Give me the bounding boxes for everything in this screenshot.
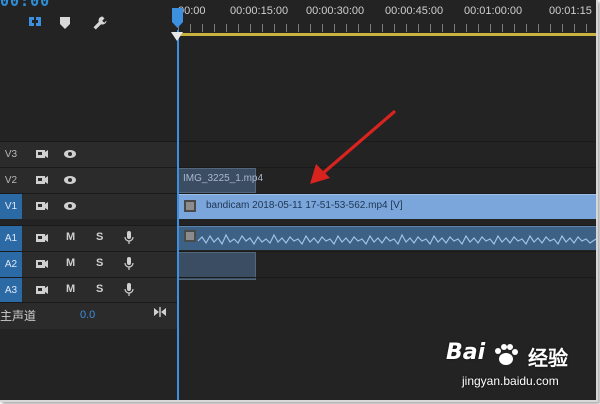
ruler-label: 00:00:15:00 [230, 5, 289, 17]
ruler-ticks [178, 24, 596, 32]
paw-icon [495, 344, 518, 365]
solo-button[interactable]: S [96, 231, 103, 243]
track-name[interactable]: A2 [0, 252, 22, 277]
ruler-label: 00:00:45:00 [385, 5, 444, 17]
track-a1: A1 M S [0, 225, 596, 251]
eye-icon[interactable] [62, 147, 78, 161]
sync-lock-icon[interactable] [34, 173, 50, 187]
microphone-icon[interactable] [121, 231, 137, 245]
watermark-brand-cn: 经验 [528, 346, 568, 370]
clip-label: IMG_3225_1.mp4 [183, 173, 264, 184]
go-to-end-icon[interactable] [153, 305, 167, 319]
track-a2: A2 M S [0, 251, 596, 280]
solo-button[interactable]: S [96, 283, 103, 295]
microphone-icon[interactable] [121, 257, 137, 271]
playhead-handle[interactable] [172, 8, 183, 28]
time-ruler[interactable]: 00:00 00:00:15:00 00:00:30:00 00:00:45:0… [178, 0, 596, 40]
v2-clip[interactable]: IMG_3225_1.mp4 [178, 168, 263, 193]
fx-badge-icon [184, 200, 196, 212]
track-name[interactable]: V2 [0, 168, 22, 193]
watermark-url: jingyan.baidu.com [462, 374, 559, 388]
mute-button[interactable]: M [66, 231, 75, 243]
master-volume-value[interactable]: 0.0 [80, 309, 95, 321]
sync-lock-icon[interactable] [34, 257, 50, 271]
eye-icon[interactable] [62, 173, 78, 187]
track-name[interactable]: V1 [0, 194, 22, 219]
eye-icon[interactable] [62, 199, 78, 213]
audio-waveform [197, 233, 596, 246]
track-header [0, 142, 178, 167]
baidu-watermark: Bai 经验 jingyan.baidu.com [446, 340, 596, 400]
sync-lock-icon[interactable] [34, 199, 50, 213]
ruler-label: 00:01:15 [549, 5, 592, 17]
ruler-label: 00:00:30:00 [306, 5, 365, 17]
sync-lock-icon[interactable] [34, 283, 50, 297]
timecode-display[interactable]: 00:00 [0, 0, 50, 10]
watermark-brand: Bai [446, 340, 486, 365]
track-header [0, 226, 178, 251]
playhead-marker-icon [171, 32, 183, 41]
sync-lock-icon[interactable] [34, 231, 50, 245]
marker-icon[interactable] [56, 14, 74, 32]
a2-clip[interactable] [178, 252, 256, 280]
timeline-panel: 00:00 00:00 00:00:15:00 00:00:30:00 00:0… [0, 0, 598, 402]
annotation-arrow-icon [310, 110, 396, 184]
track-v2: V2 IMG_3225_1.mp4 [0, 167, 596, 193]
microphone-icon[interactable] [121, 283, 137, 297]
work-area-bar[interactable] [178, 33, 596, 36]
snap-icon[interactable] [26, 14, 44, 32]
track-a3: A3 M S [0, 277, 596, 303]
track-v1: V1 bandicam 2018-05-11 17-51-53-562.mp4 … [0, 193, 596, 219]
mute-button[interactable]: M [66, 257, 75, 269]
mute-button[interactable]: M [66, 283, 75, 295]
playhead-line[interactable] [177, 30, 179, 400]
wrench-icon[interactable] [91, 14, 109, 32]
track-name[interactable]: V3 [0, 142, 22, 167]
track-v3: V3 [0, 141, 596, 167]
track-header [0, 194, 178, 219]
track-header [0, 168, 178, 193]
track-name[interactable]: A3 [0, 278, 22, 303]
track-header [0, 278, 178, 303]
master-track-label: 主声道 [0, 309, 37, 323]
a1-clip[interactable] [178, 226, 596, 250]
solo-button[interactable]: S [96, 257, 103, 269]
track-name[interactable]: A1 [0, 226, 22, 251]
sync-lock-icon[interactable] [34, 147, 50, 161]
track-header [0, 252, 178, 277]
clip-label: bandicam 2018-05-11 17-51-53-562.mp4 [V] [206, 200, 403, 211]
ruler-label: 00:01:00:00 [464, 5, 523, 17]
